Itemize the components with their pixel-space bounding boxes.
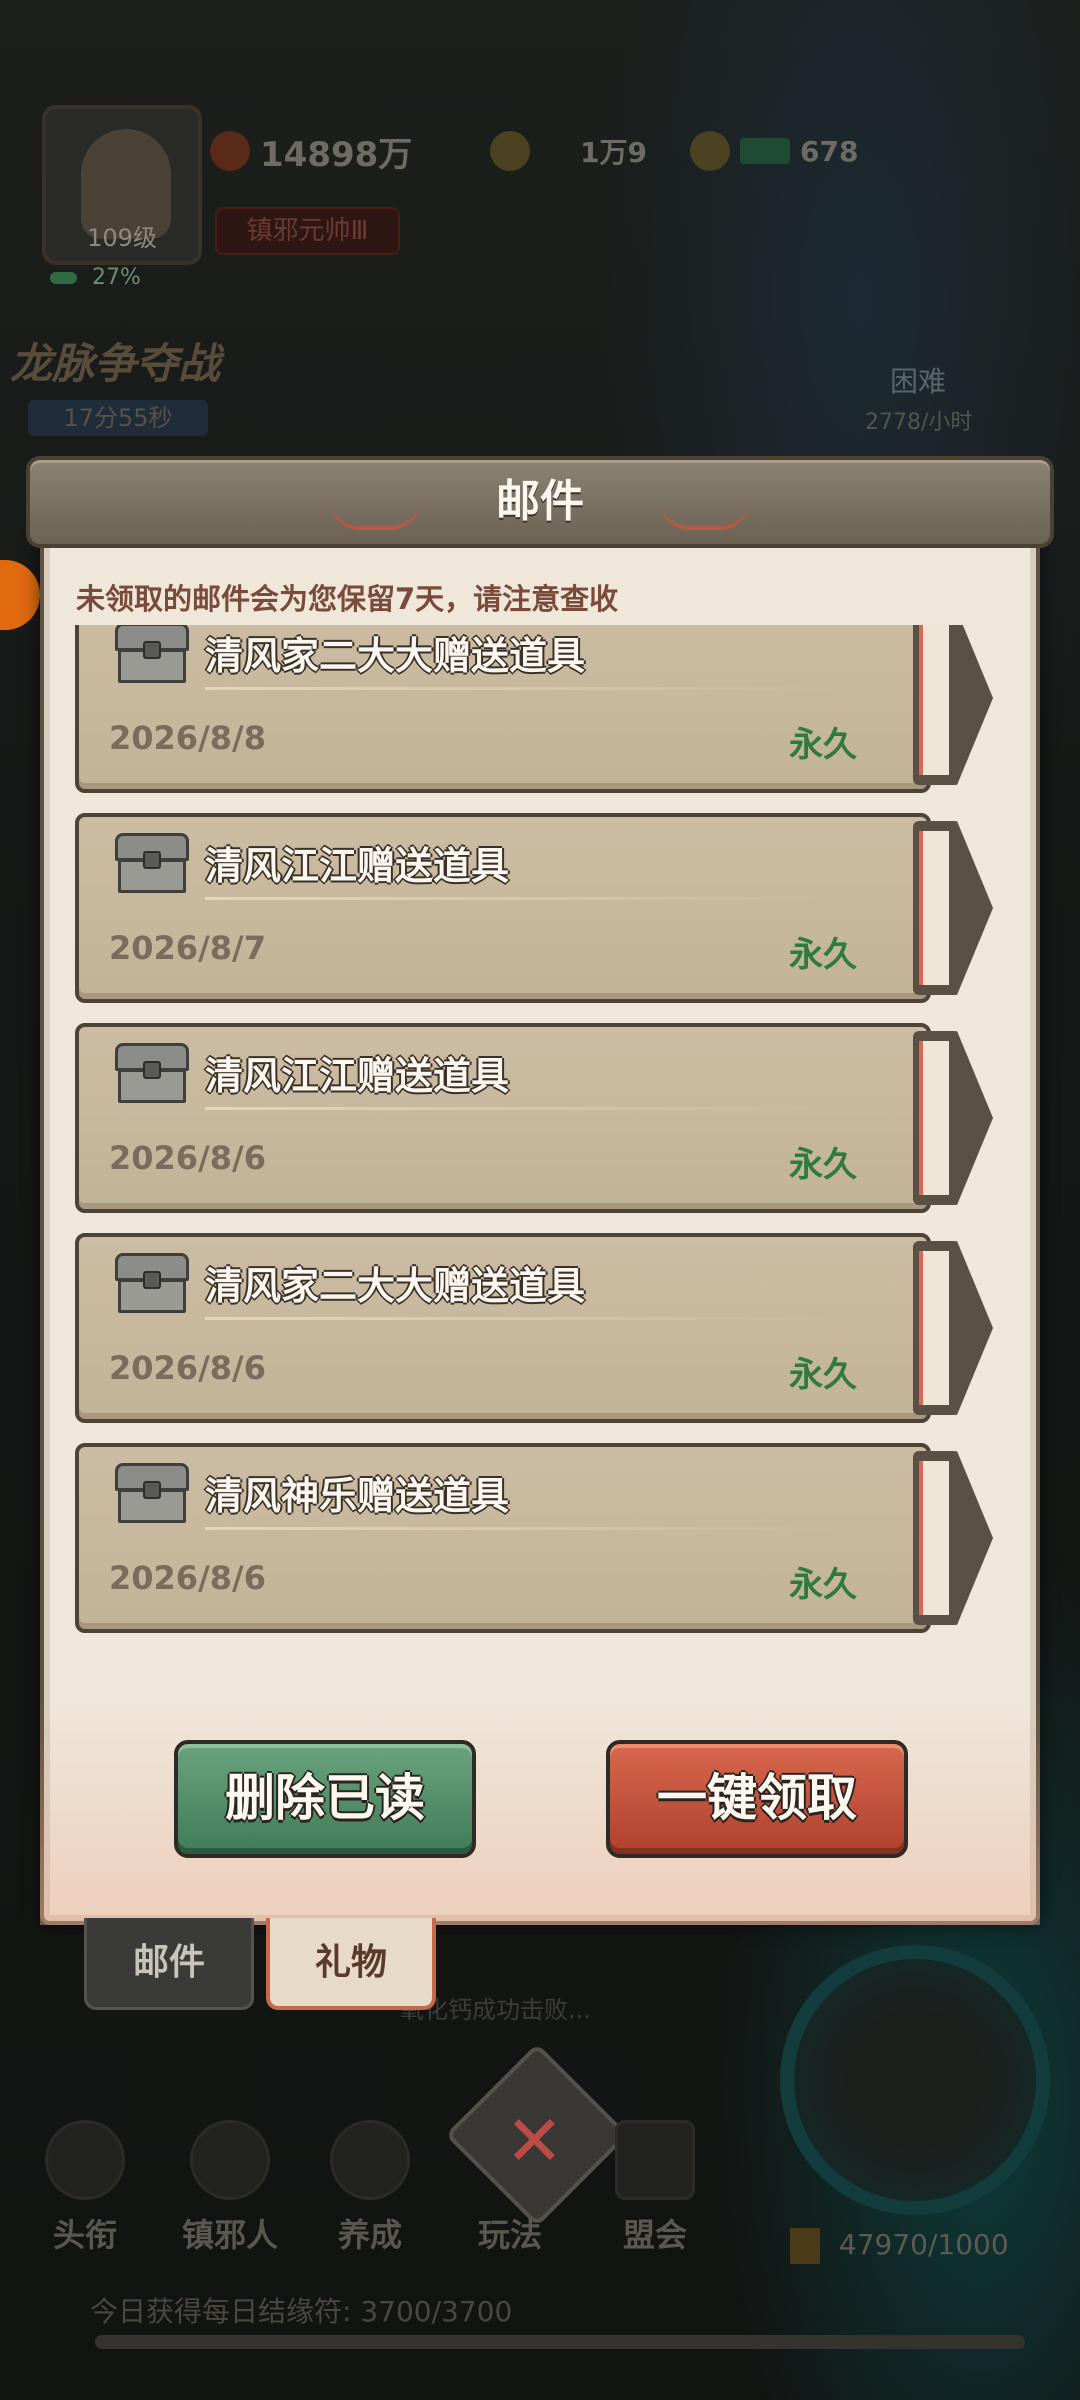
currency-value: 47970/1000	[838, 2228, 1009, 2261]
income-rate: 2778/小时	[865, 410, 973, 435]
gem-display[interactable]: 678	[690, 123, 858, 179]
mail-title: 清风神乐赠送道具	[205, 1474, 510, 1518]
mail-card: 清风江江赠送道具 2026/8/7 永久	[75, 813, 931, 1003]
nav-guild-label: 盟会	[622, 2216, 687, 2254]
dialog-title: 邮件	[496, 476, 584, 527]
mail-title: 清风江江赠送道具	[205, 844, 510, 888]
coin-icon	[690, 131, 730, 171]
mail-open-tab[interactable]	[913, 1031, 993, 1205]
character-icon	[190, 2120, 270, 2200]
gold-value: 1万9	[580, 136, 647, 169]
gem-bar	[740, 138, 790, 164]
mail-expiry: 永久	[789, 935, 857, 975]
mail-open-tab[interactable]	[913, 821, 993, 995]
mail-title: 清风家二大大赠送道具	[205, 1264, 586, 1308]
gem-value: 678	[800, 134, 859, 168]
mail-divider	[205, 1107, 845, 1110]
mail-item[interactable]: 清风家二大大赠送道具 2026/8/6 永久	[75, 1233, 995, 1423]
mail-date: 2026/8/6	[109, 1139, 266, 1177]
mail-expiry: 永久	[789, 1145, 857, 1185]
mail-date: 2026/8/7	[109, 929, 266, 967]
gold-ingot-icon	[490, 131, 530, 171]
title-badge[interactable]: 镇邪元帅Ⅲ	[215, 207, 400, 255]
retention-notice: 未领取的邮件会为您保留7天，请注意查收	[76, 582, 619, 616]
mail-item[interactable]: 清风家二大大赠送道具 2026/8/8 永久	[75, 625, 995, 793]
mail-date: 2026/8/6	[109, 1559, 266, 1597]
currency-counter: 47970/1000	[790, 2228, 1009, 2264]
flame-icon	[210, 131, 250, 171]
chest-icon	[115, 1463, 189, 1523]
claim-all-button[interactable]: 一键领取	[606, 1740, 908, 1858]
event-countdown: 17分55秒	[28, 400, 208, 436]
nav-play-label: 玩法	[477, 2216, 542, 2254]
mail-expiry: 永久	[789, 1565, 857, 1605]
mail-open-tab[interactable]	[913, 1241, 993, 1415]
mail-divider	[205, 1317, 845, 1320]
mail-item[interactable]: 清风神乐赠送道具 2026/8/6 永久	[75, 1443, 995, 1633]
mail-title: 清风家二大大赠送道具	[205, 634, 586, 678]
gold-display[interactable]: 1万9	[490, 123, 647, 179]
mail-divider	[205, 687, 845, 690]
player-hud: 109级 27% 14898万 1万9 678 镇邪元帅Ⅲ	[0, 95, 1080, 295]
mail-card: 清风江江赠送道具 2026/8/6 永久	[75, 1023, 931, 1213]
chest-icon	[115, 1043, 189, 1103]
nav-play[interactable]: 玩法	[445, 2110, 575, 2260]
exp-bar: 27%	[50, 265, 150, 290]
mail-divider	[205, 897, 845, 900]
ring-icon	[330, 2120, 410, 2200]
daily-progress-label: 今日获得每日结缘符: 3700/3700	[90, 2295, 513, 2328]
power-value: 14898万	[260, 134, 413, 175]
mail-expiry: 永久	[789, 1355, 857, 1395]
chest-icon	[115, 1253, 189, 1313]
power-display: 14898万	[210, 123, 412, 179]
mail-divider	[205, 1527, 845, 1530]
chest-icon	[115, 625, 189, 683]
mail-card: 清风神乐赠送道具 2026/8/6 永久	[75, 1443, 931, 1633]
tab-gift[interactable]: 礼物	[266, 1918, 436, 2010]
daily-progress-fill	[95, 2335, 1025, 2349]
nav-guild[interactable]: 盟会	[590, 2110, 720, 2260]
mail-expiry: 永久	[789, 725, 857, 765]
chest-icon	[115, 833, 189, 893]
nav-cultivate-label: 养成	[337, 2216, 402, 2254]
mail-open-tab[interactable]	[913, 625, 993, 785]
delete-read-button[interactable]: 删除已读	[174, 1740, 476, 1858]
dialog-header: 邮件	[26, 456, 1054, 548]
nav-title[interactable]: 头衔	[20, 2110, 150, 2260]
event-name: 龙脉争夺战	[10, 339, 221, 388]
mail-date: 2026/8/6	[109, 1349, 266, 1387]
dragon-icon	[45, 2120, 125, 2200]
nav-title-label: 头衔	[52, 2216, 117, 2254]
player-level: 109级	[87, 224, 157, 252]
difficulty-label: 困难	[890, 365, 947, 398]
daily-progress-bar	[95, 2335, 1025, 2349]
gate-icon	[615, 2120, 695, 2200]
mail-card: 清风家二大大赠送道具 2026/8/6 永久	[75, 1233, 931, 1423]
nav-zhenxieren-label: 镇邪人	[181, 2216, 278, 2254]
nav-zhenxieren[interactable]: 镇邪人	[165, 2110, 295, 2260]
mail-card: 清风家二大大赠送道具 2026/8/8 永久	[75, 625, 931, 793]
talisman-icon	[790, 2228, 820, 2264]
mail-title: 清风江江赠送道具	[205, 1054, 510, 1098]
nav-cultivate[interactable]: 养成	[305, 2110, 435, 2260]
tab-mail[interactable]: 邮件	[84, 1918, 254, 2010]
exp-percent: 27%	[92, 265, 141, 290]
mail-item[interactable]: 清风江江赠送道具 2026/8/7 永久	[75, 813, 995, 1003]
mail-list[interactable]: 清风家二大大赠送道具 2026/8/8 永久 清风江江赠送道具 2026/8/7…	[70, 625, 1005, 1653]
player-avatar[interactable]: 109级	[42, 105, 202, 265]
mail-open-tab[interactable]	[913, 1451, 993, 1625]
mail-item[interactable]: 清风江江赠送道具 2026/8/6 永久	[75, 1023, 995, 1213]
mail-date: 2026/8/8	[109, 719, 266, 757]
event-banner[interactable]: 龙脉争夺战 17分55秒	[0, 310, 320, 440]
exp-bar-fill	[50, 272, 77, 284]
